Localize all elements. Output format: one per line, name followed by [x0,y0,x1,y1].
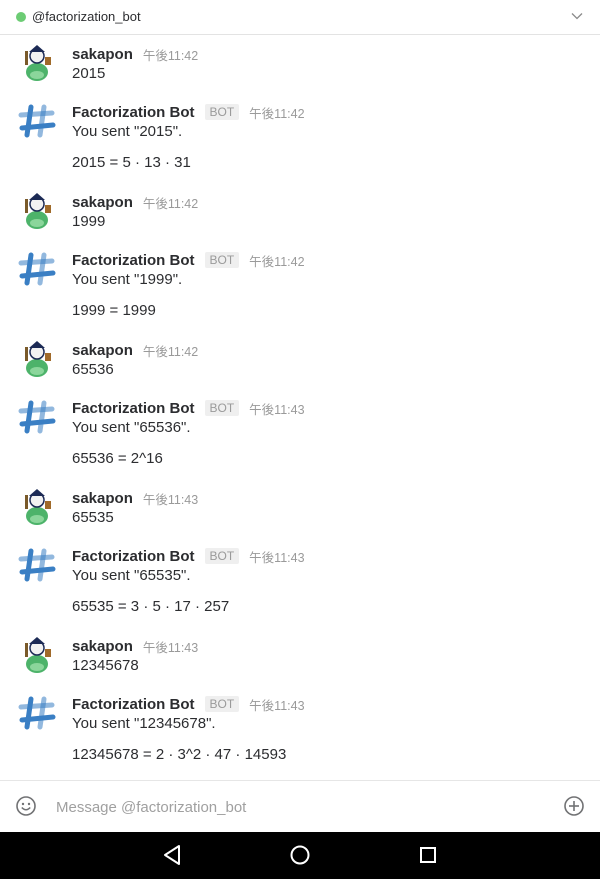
channel-title[interactable]: @factorization_bot [32,9,141,24]
bot-avatar[interactable] [18,101,56,141]
channel-header[interactable]: @factorization_bot [0,0,600,35]
message-header: sakapon 午後11:42 [72,191,198,213]
timestamp: 午後11:42 [249,106,305,121]
message-text: You sent "2015". [72,123,183,140]
message-text: You sent "12345678". [72,715,216,732]
message-text: 65535 [72,509,114,526]
message-text: 1999 = 1999 [72,302,156,319]
user-avatar[interactable] [18,43,56,83]
back-icon[interactable] [161,843,183,867]
message-input[interactable] [56,795,536,819]
message-text: 65535 = 3 · 5 · 17 · 257 [72,598,230,615]
message-text: 2015 [72,65,106,82]
message-header: Factorization Bot BOT 午後11:43 [72,397,305,419]
message-text: You sent "65535". [72,567,191,584]
author-name[interactable]: Factorization Bot [72,548,195,565]
message-text: 65536 [72,361,114,378]
message-header: Factorization Bot BOT 午後11:42 [72,249,305,271]
message-text: 1999 [72,213,106,230]
timestamp: 午後11:43 [142,492,199,507]
message-header: sakapon 午後11:42 [72,339,198,361]
author-name[interactable]: sakapon [72,342,133,359]
bot-avatar[interactable] [18,249,56,289]
message-text: 12345678 [72,657,139,674]
author-name[interactable]: sakapon [72,46,133,63]
message-text: You sent "65536". [72,419,191,436]
smiley-icon[interactable] [15,795,37,817]
bot-avatar[interactable] [18,397,56,437]
user-avatar[interactable] [18,339,56,379]
message-header: sakapon 午後11:43 [72,487,198,509]
author-name[interactable]: sakapon [72,490,133,507]
message-text: 65536 = 2^16 [72,450,163,467]
user-avatar[interactable] [18,487,56,527]
timestamp: 午後11:42 [249,254,305,269]
online-status-indicator [16,12,26,22]
timestamp: 午後11:42 [142,196,199,211]
bot-badge: BOT [204,400,240,416]
bot-badge: BOT [204,548,240,564]
timestamp: 午後11:42 [142,344,199,359]
bot-badge: BOT [204,696,240,712]
timestamp: 午後11:42 [142,48,199,63]
author-name[interactable]: Factorization Bot [72,696,195,713]
home-icon[interactable] [289,844,311,866]
author-name[interactable]: Factorization Bot [72,252,195,269]
author-name[interactable]: Factorization Bot [72,104,195,121]
message-text: 2015 = 5 · 13 · 31 [72,154,191,171]
timestamp: 午後11:43 [249,402,305,417]
author-name[interactable]: sakapon [72,194,133,211]
plus-circle-icon[interactable] [563,795,585,817]
user-avatar[interactable] [18,191,56,231]
message-header: sakapon 午後11:43 [72,635,198,657]
bot-badge: BOT [204,252,240,268]
message-text: 12345678 = 2 · 3^2 · 47 · 14593 [72,746,287,763]
message-header: Factorization Bot BOT 午後11:43 [72,545,305,567]
system-navigation-bar [0,832,600,879]
message-header: Factorization Bot BOT 午後11:42 [72,101,305,123]
timestamp: 午後11:43 [249,550,305,565]
message-header: Factorization Bot BOT 午後11:43 [72,693,305,715]
bot-avatar[interactable] [18,693,56,733]
user-avatar[interactable] [18,635,56,675]
message-text: You sent "1999". [72,271,183,288]
message-composer [0,780,600,832]
bot-badge: BOT [204,104,240,120]
message-header: sakapon 午後11:42 [72,43,198,65]
chevron-down-icon[interactable] [570,9,584,23]
timestamp: 午後11:43 [142,640,199,655]
timestamp: 午後11:43 [249,698,305,713]
author-name[interactable]: Factorization Bot [72,400,195,417]
bot-avatar[interactable] [18,545,56,585]
message-list[interactable]: sakapon 午後11:42 2015 Factorization Bot B… [0,35,600,780]
author-name[interactable]: sakapon [72,638,133,655]
recents-icon[interactable] [419,846,437,864]
